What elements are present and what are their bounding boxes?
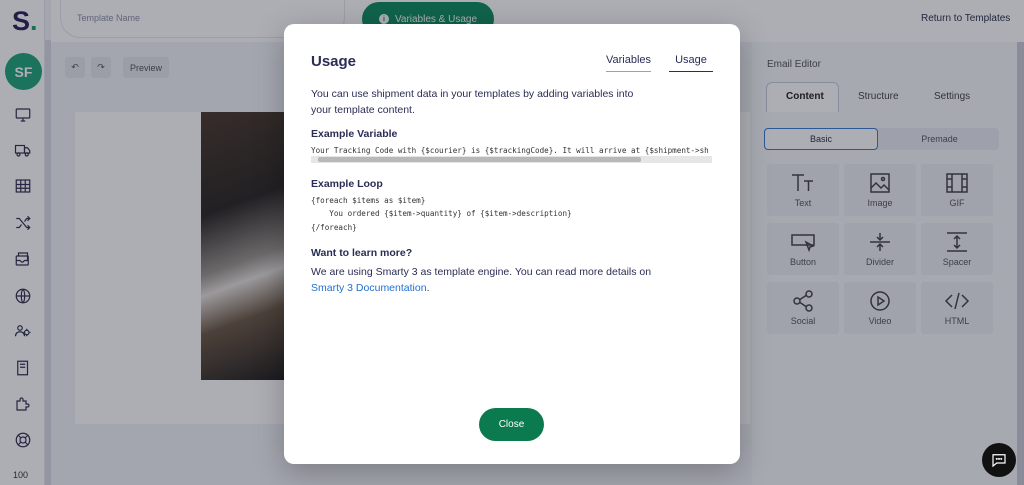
example-variable-code: Your Tracking Code with {$courier} is {$… xyxy=(311,146,709,155)
tab-usage[interactable]: Usage xyxy=(669,54,713,72)
learn-more-heading: Want to learn more? xyxy=(311,247,413,259)
tab-variables[interactable]: Variables xyxy=(606,54,652,72)
chat-icon xyxy=(992,454,1006,468)
loop-line-3: {/foreach} xyxy=(311,223,357,232)
learn-more-body: We are using Smarty 3 as template engine… xyxy=(311,266,652,278)
chat-button[interactable] xyxy=(982,443,1016,477)
example-variable-heading: Example Variable xyxy=(311,128,398,140)
modal-title: Usage xyxy=(311,53,357,70)
learn-more-period: . xyxy=(426,282,430,294)
example-loop-heading: Example Loop xyxy=(311,178,383,190)
loop-line-1: {foreach $items as $item} xyxy=(311,196,426,205)
learn-more-text: We are using Smarty 3 as template engine… xyxy=(311,264,711,296)
loop-line-2: You ordered {$item->quantity} of {$item-… xyxy=(311,209,572,218)
code-scrollbar-thumb[interactable] xyxy=(318,157,641,162)
close-button[interactable]: Close xyxy=(479,408,544,441)
modal-intro: You can use shipment data in your templa… xyxy=(311,88,634,116)
smarty-docs-link[interactable]: Smarty 3 Documentation xyxy=(311,282,427,294)
